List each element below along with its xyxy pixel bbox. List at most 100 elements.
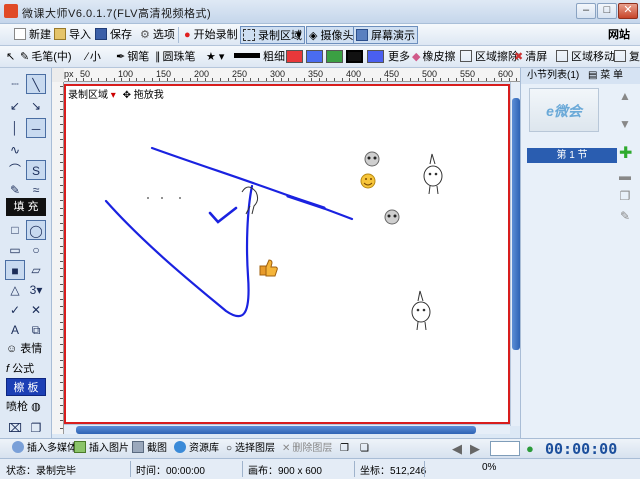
select-layer-button[interactable]: ○ 选择图层 bbox=[226, 440, 275, 458]
add-section-icon[interactable]: ✚ bbox=[619, 146, 632, 162]
layer-up-button[interactable]: ❏ bbox=[360, 440, 369, 458]
circle-tool[interactable]: ○ bbox=[26, 240, 46, 260]
rectangle-tool[interactable]: □ bbox=[5, 220, 25, 240]
dotted-line-tool[interactable]: ┈ bbox=[5, 74, 25, 94]
section-item-1[interactable]: 第 1 节 bbox=[527, 148, 617, 163]
thickness-button[interactable]: 粗细 bbox=[232, 48, 287, 66]
curve-tool[interactable]: ≈ bbox=[26, 180, 46, 200]
wave-tool[interactable]: ∿ bbox=[5, 140, 25, 160]
resource-library-button[interactable]: 资源库 bbox=[174, 440, 219, 458]
arrow-tool[interactable]: ↙ bbox=[5, 96, 25, 116]
eraser-icon: ◆ bbox=[412, 51, 421, 63]
fill-button[interactable]: 填 充 bbox=[6, 198, 46, 216]
eraser-button[interactable]: ◆ 橡皮擦 bbox=[410, 48, 457, 66]
page-input[interactable] bbox=[490, 441, 520, 456]
color-red-swatch[interactable] bbox=[286, 50, 303, 63]
ruler-tick bbox=[235, 78, 237, 81]
move-down-icon[interactable]: ▼ bbox=[619, 118, 631, 130]
copy-tool[interactable]: ❐ bbox=[26, 418, 46, 438]
edit-section-icon[interactable]: ✎ bbox=[619, 210, 631, 222]
new-button[interactable]: 新建 bbox=[12, 26, 53, 44]
import-button[interactable]: 导入 bbox=[52, 26, 93, 44]
drawing-canvas[interactable]: 录制区域 ▾ ✥ 拖放我 bbox=[64, 84, 510, 424]
color-violet-swatch[interactable] bbox=[367, 50, 384, 63]
screen-demo-button[interactable]: 屏幕演示 bbox=[353, 26, 418, 44]
layer-down-button[interactable]: ❐ bbox=[340, 440, 349, 458]
blackboard-button[interactable]: 檫 板 bbox=[6, 378, 46, 396]
maximize-button[interactable]: □ bbox=[597, 3, 617, 19]
record-area-icon bbox=[243, 29, 255, 41]
go-icon[interactable]: ● bbox=[526, 440, 534, 458]
record-area-dropdown[interactable]: ▾ bbox=[294, 26, 304, 44]
close-button[interactable]: ✕ bbox=[618, 3, 638, 19]
ruler-tick bbox=[417, 78, 419, 81]
status-state: 状态：录制完毕 bbox=[6, 466, 76, 477]
window-title: 微课大师V6.0.1.7(FLV高清视频格式) bbox=[22, 8, 212, 20]
screenshot-button[interactable]: 截图 bbox=[132, 440, 167, 458]
triangle-tool[interactable]: △ bbox=[5, 280, 25, 300]
line-tool[interactable]: ╲ bbox=[26, 74, 46, 94]
pointer-tool[interactable]: ↖ bbox=[4, 48, 17, 66]
vertical-line-tool[interactable]: │ bbox=[5, 118, 25, 138]
area-move-button[interactable]: 区域移动 bbox=[554, 48, 617, 66]
polygon-count-select[interactable]: 3▾ bbox=[26, 280, 46, 300]
trash-tool[interactable]: ⌧ bbox=[5, 418, 25, 438]
ruler-tick bbox=[60, 314, 63, 315]
move-up-icon[interactable]: ▲ bbox=[619, 90, 631, 102]
start-record-button[interactable]: ● 开始录制 bbox=[182, 26, 240, 44]
canvas-horizontal-scrollbar[interactable] bbox=[64, 424, 510, 434]
camera-button[interactable]: ◈ 摄像头 bbox=[306, 26, 357, 44]
s-curve-tool[interactable]: S bbox=[26, 160, 46, 180]
spray-button[interactable]: 喷枪 ◍ bbox=[6, 398, 41, 416]
overflow-button[interactable]: 复 bbox=[612, 48, 640, 66]
insert-media-button[interactable]: 插入多媒体 bbox=[12, 440, 77, 458]
menu-button[interactable]: ▤ 菜 单 bbox=[588, 70, 623, 81]
ruler-tick bbox=[60, 336, 63, 338]
color-blue-swatch[interactable] bbox=[306, 50, 323, 63]
pen-tool[interactable]: ✒ 钢笔 bbox=[114, 48, 151, 66]
parallelogram-tool[interactable]: ▱ bbox=[26, 260, 46, 280]
save-button[interactable]: 保存 bbox=[93, 26, 134, 44]
delete-layer-button[interactable]: ✕ 删除图层 bbox=[282, 440, 332, 458]
freeform-tool[interactable]: ✎ bbox=[5, 180, 25, 200]
insert-image-button[interactable]: 插入图片 bbox=[74, 440, 129, 458]
brush-small-tool[interactable]: ∕ 小 bbox=[84, 48, 103, 66]
color-green-swatch[interactable] bbox=[326, 50, 343, 63]
copy-section-icon[interactable]: ❐ bbox=[619, 190, 631, 202]
speck bbox=[147, 197, 149, 199]
ruler-tick bbox=[273, 78, 275, 81]
options-button[interactable]: ⚙ 选项 bbox=[138, 26, 177, 44]
website-link[interactable]: 网站 bbox=[606, 26, 632, 44]
image-icon bbox=[74, 441, 86, 453]
remove-section-icon[interactable]: ▬ bbox=[619, 170, 631, 182]
ellipse-tool[interactable]: ◯ bbox=[26, 220, 46, 240]
next-icon[interactable]: ▶ bbox=[470, 440, 480, 458]
check-tool[interactable]: ✓ bbox=[5, 300, 25, 320]
minimize-button[interactable]: – bbox=[576, 3, 596, 19]
emoji-button[interactable]: ☺ 表情 bbox=[6, 340, 42, 358]
horizontal-line-tool[interactable]: ─ bbox=[26, 118, 46, 138]
ruler-tick bbox=[60, 131, 63, 133]
section-thumbnail[interactable]: e微会 bbox=[529, 88, 599, 132]
formula-button[interactable]: f 公式 bbox=[6, 360, 34, 378]
ruler-tick bbox=[128, 78, 130, 81]
star-tool[interactable]: ★ ▾ bbox=[204, 48, 226, 66]
blue-checkmark bbox=[208, 206, 238, 224]
more-colors-button[interactable]: 更多 bbox=[386, 48, 412, 66]
arc-tool[interactable]: ⌒ bbox=[5, 160, 25, 180]
canvas-vertical-scrollbar[interactable] bbox=[510, 82, 520, 426]
text-tool[interactable]: A bbox=[5, 320, 25, 340]
arrow-down-tool[interactable]: ↘ bbox=[26, 96, 46, 116]
previous-icon[interactable]: ◀ bbox=[452, 440, 462, 458]
ballpoint-tool[interactable]: ∥ 圆珠笔 bbox=[153, 48, 198, 66]
cross-tool[interactable]: ✕ bbox=[26, 300, 46, 320]
horizontal-scroll-thumb[interactable] bbox=[76, 426, 476, 434]
square-tool[interactable]: ▭ bbox=[5, 240, 25, 260]
vertical-scroll-thumb[interactable] bbox=[512, 98, 520, 350]
ruler-tick bbox=[341, 78, 343, 81]
filled-rect-tool[interactable]: ■ bbox=[5, 260, 25, 280]
brush-medium-tool[interactable]: ✎ 毛笔(中) bbox=[18, 48, 74, 66]
clear-screen-button[interactable]: ✖ 清屏 bbox=[512, 48, 549, 66]
color-black-swatch[interactable] bbox=[346, 50, 363, 63]
layer-tool[interactable]: ⧉ bbox=[26, 320, 46, 340]
